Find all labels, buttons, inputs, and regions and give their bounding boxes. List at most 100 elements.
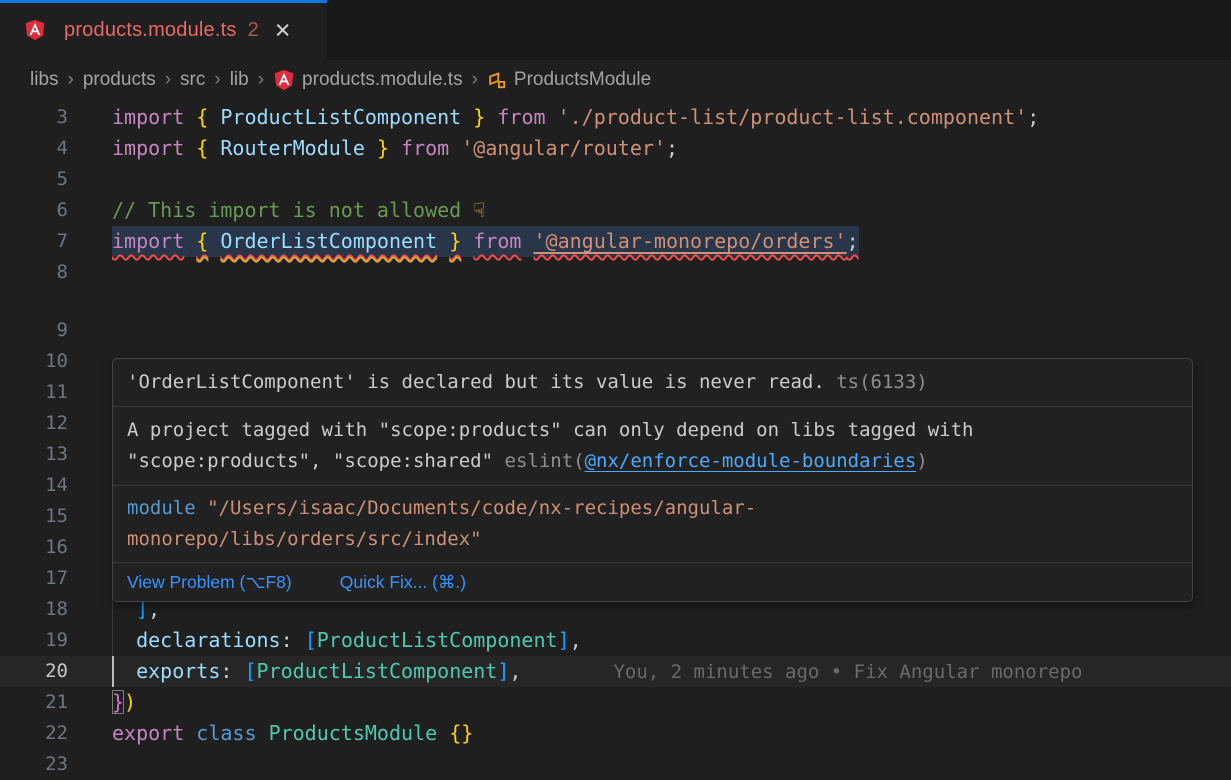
token — [184, 136, 196, 160]
breadcrumb-label: lib — [230, 69, 249, 91]
error-hover-popup: 'OrderListComponent' is declared but its… — [112, 358, 1193, 602]
line-number: 7 — [0, 226, 68, 257]
code-line[interactable]: 3 import { ProductListComponent } from '.… — [0, 102, 1231, 133]
breadcrumb-label: products — [83, 69, 156, 91]
breadcrumb-item-lib[interactable]: lib — [230, 69, 249, 91]
token — [184, 105, 196, 129]
token — [208, 136, 220, 160]
line-number: 5 — [0, 164, 68, 195]
code-line[interactable]: 8 — [0, 257, 1231, 288]
token — [112, 628, 136, 652]
token: { — [196, 136, 208, 160]
token — [112, 659, 136, 683]
token: ProductListComponent — [220, 105, 461, 129]
token — [208, 229, 220, 253]
eslint-rule-link[interactable]: @nx/enforce-module-boundaries — [585, 450, 917, 472]
code-text: }) — [112, 687, 136, 718]
breadcrumb-item-productsmodule[interactable]: ProductsModule — [487, 69, 651, 91]
code-text: import { ProductListComponent } from './… — [112, 102, 1039, 133]
token: } — [112, 690, 124, 714]
token: from — [401, 136, 449, 160]
token: , — [509, 659, 521, 683]
breadcrumb-item-products[interactable]: products — [83, 69, 156, 91]
line-number: 17 — [0, 563, 68, 594]
quick-fix-link[interactable]: Quick Fix... (⌘.) — [340, 567, 466, 598]
token — [389, 136, 401, 160]
code-line[interactable]: 22export class ProductsModule {} — [0, 718, 1231, 749]
view-problem-link[interactable]: View Problem (⌥F8) — [127, 567, 292, 598]
token — [461, 105, 473, 129]
tab-products-module[interactable]: products.module.ts 2 × — [0, 0, 327, 60]
token — [257, 721, 269, 745]
line-number: 22 — [0, 718, 68, 749]
git-blame-annotation: You, 2 minutes ago • Fix Angular monorep… — [521, 661, 1082, 683]
token: ; — [847, 229, 859, 253]
hover-message-segment: ) — [916, 450, 927, 472]
line-number: 15 — [0, 501, 68, 532]
tab-title: products.module.ts — [64, 19, 237, 42]
code-text: declarations: [ProductListComponent], — [112, 625, 582, 656]
token: ProductListComponent — [257, 659, 498, 683]
token: [ — [305, 628, 317, 652]
class-icon — [487, 70, 507, 90]
code-text: exports: [ProductListComponent],You, 2 m… — [112, 656, 1082, 688]
hover-message: A project tagged with "scope:products" c… — [113, 407, 1192, 486]
code-line[interactable]: 4import { RouterModule } from '@angular/… — [0, 133, 1231, 164]
code-editor[interactable]: 3 import { ProductListComponent } from '.… — [0, 100, 1231, 780]
hover-message-segment: 'OrderListComponent' is declared but its… — [127, 371, 825, 393]
token: import — [112, 136, 184, 160]
token: '@angular-monorepo/orders' — [534, 229, 847, 253]
token: class — [196, 721, 256, 745]
token: declarations — [136, 628, 281, 652]
hover-message-segment: "/Users/isaac/Documents/code/nx-recipes/… — [127, 497, 756, 550]
token — [449, 136, 461, 160]
token: ProductListComponent — [317, 628, 558, 652]
hover-message: 'OrderListComponent' is declared but its… — [113, 359, 1192, 407]
line-number: 10 — [0, 346, 68, 377]
code-line[interactable]: 7 import { OrderListComponent } from '@an… — [0, 226, 1231, 257]
breadcrumb-separator: › — [165, 69, 171, 91]
breadcrumb-item-libs[interactable]: libs — [30, 69, 59, 91]
token — [461, 229, 473, 253]
hover-message-segment: eslint( — [505, 450, 585, 472]
token: } — [449, 229, 461, 253]
token: {} — [449, 721, 473, 745]
close-icon[interactable]: × — [275, 20, 291, 40]
token: { — [196, 229, 208, 253]
token: ; — [1027, 105, 1039, 129]
code-line[interactable]: 19 declarations: [ProductListComponent], — [0, 625, 1231, 656]
line-number: 18 — [0, 594, 68, 625]
token — [437, 229, 449, 253]
token: ProductsModule — [269, 721, 438, 745]
vscode-window: products.module.ts 2 × libs › products › src… — [0, 0, 1231, 780]
token — [437, 721, 449, 745]
token: // This import is not allowed — [112, 198, 473, 222]
line-number: 14 — [0, 470, 68, 501]
breadcrumb-separator: › — [68, 69, 74, 91]
token: , — [570, 628, 582, 652]
breadcrumb-item-products-module-ts[interactable]: products.module.ts — [273, 69, 463, 91]
code-line[interactable]: 23 — [0, 749, 1231, 780]
token: } — [377, 136, 389, 160]
token — [184, 721, 196, 745]
breadcrumb-item-src[interactable]: src — [180, 69, 205, 91]
token: './product-list/product-list.component' — [558, 105, 1028, 129]
angular-icon — [273, 69, 295, 91]
code-line[interactable]: 20 exports: [ProductListComponent],You, … — [0, 656, 1231, 687]
code-line[interactable]: 5 — [0, 164, 1231, 195]
breadcrumb-label: ProductsModule — [514, 69, 651, 91]
token: import — [112, 105, 184, 129]
token: from — [497, 105, 545, 129]
line-number: 4 — [0, 133, 68, 164]
token — [485, 105, 497, 129]
line-number: 8 — [0, 257, 68, 288]
code-line[interactable]: 6// This import is not allowed ☟ — [0, 195, 1231, 226]
line-number: 12 — [0, 408, 68, 439]
line-number: 3 — [0, 102, 68, 133]
code-line[interactable]: 21}) — [0, 687, 1231, 718]
line-number: 9 — [0, 315, 68, 346]
line-number: 19 — [0, 625, 68, 656]
line-number: 21 — [0, 687, 68, 718]
error-squiggle-range: import { OrderListComponent } from '@ang… — [112, 229, 859, 253]
code-line[interactable]: 9 — [0, 315, 1231, 346]
